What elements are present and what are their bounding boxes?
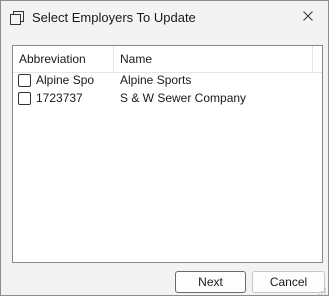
- title-bar[interactable]: Select Employers To Update: [1, 1, 328, 35]
- column-header-abbreviation[interactable]: Abbreviation: [13, 46, 114, 72]
- dialog-window: Select Employers To Update Abbreviation …: [0, 0, 329, 296]
- list-item[interactable]: Alpine Spo Alpine Sports: [13, 72, 322, 89]
- resize-grip-icon[interactable]: [318, 285, 326, 296]
- next-button[interactable]: Next: [175, 271, 246, 293]
- row-name: Alpine Sports: [120, 73, 192, 87]
- cancel-button[interactable]: Cancel: [252, 271, 325, 293]
- dialog-title: Select Employers To Update: [32, 10, 196, 25]
- row-abbreviation: 1723737: [36, 91, 83, 105]
- column-header-name[interactable]: Name: [114, 46, 313, 72]
- window-restore-icon: [10, 11, 24, 25]
- close-icon: [303, 10, 313, 24]
- row-name: S & W Sewer Company: [120, 91, 247, 105]
- close-button[interactable]: [288, 1, 328, 33]
- employer-list[interactable]: Abbreviation Name Alpine Spo Alpine Spor…: [12, 45, 323, 263]
- row-abbreviation: Alpine Spo: [36, 73, 95, 87]
- row-checkbox[interactable]: [18, 74, 31, 87]
- row-checkbox[interactable]: [18, 92, 31, 105]
- list-header: Abbreviation Name: [13, 46, 322, 73]
- list-item[interactable]: 1723737 S & W Sewer Company: [13, 90, 322, 107]
